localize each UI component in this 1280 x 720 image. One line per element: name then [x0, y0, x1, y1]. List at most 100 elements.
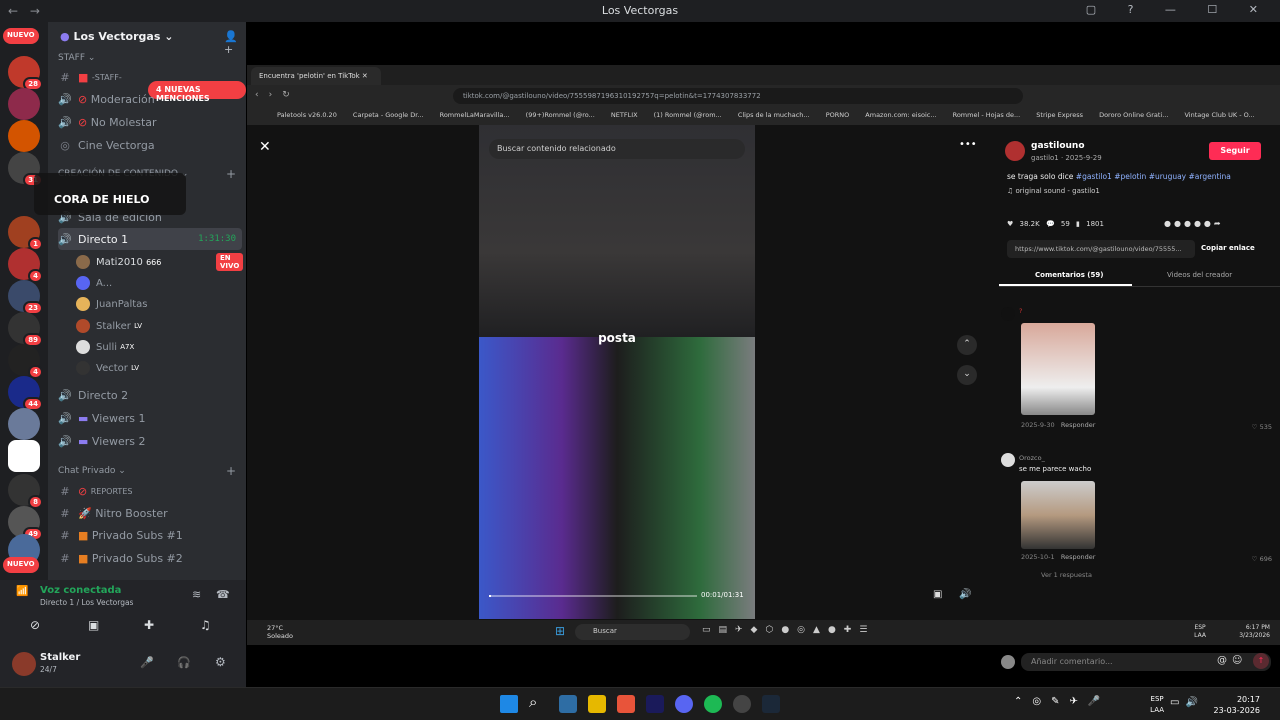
avatar[interactable] [1001, 453, 1015, 467]
voice-user[interactable]: Mati2010 666 EN VIVO [76, 252, 244, 272]
author-name[interactable]: gastilouno [1031, 141, 1085, 151]
widgets-icon[interactable] [559, 695, 577, 713]
send-icon[interactable]: ↑ [1253, 653, 1269, 669]
bookmark[interactable]: RommelLaMaravilla... [440, 111, 510, 119]
channel-directo-1[interactable]: 🔊 Directo 1 1:31:30 [58, 228, 242, 250]
related-search-input[interactable]: Buscar contenido relacionado [489, 139, 745, 159]
bookmark[interactable]: Clips de la muchach... [738, 111, 810, 119]
server-icon[interactable]: 4 [8, 344, 43, 379]
browser-tab[interactable]: Encuentra 'pelotin' en TikTok ✕ [251, 67, 381, 85]
channel-staff[interactable]: # ■ -STAFF- [58, 66, 242, 88]
comment-likes[interactable]: ♡ 535 [1252, 423, 1272, 431]
channel-directo-2[interactable]: 🔊 Directo 2 [58, 384, 242, 406]
server-icon[interactable]: 23 [8, 280, 43, 315]
server-icon[interactable]: 44 [8, 376, 43, 411]
share-icons[interactable]: ●●●●●➦ [1164, 219, 1224, 228]
bookmark[interactable]: Rommel - Hojas de... [953, 111, 1021, 119]
nav-buttons-icon[interactable]: ‹›↻ [255, 90, 300, 100]
reply-link[interactable]: Responder [1061, 421, 1096, 429]
language-indicator[interactable]: ESP LAA [1150, 694, 1164, 716]
steam-icon[interactable] [762, 695, 780, 713]
language-indicator[interactable]: ESP LAA [1194, 624, 1206, 640]
user-name[interactable]: Stalker [40, 652, 80, 663]
video-player[interactable]: Buscar contenido relacionado posta 00:01… [479, 125, 755, 619]
taskbar-app-icons[interactable]: ▭▤✈◆⬡●◎▲●✚☰ [702, 625, 875, 635]
channel-subs-1[interactable]: # ■ Privado Subs #1 [58, 524, 242, 546]
follow-button[interactable]: Seguir [1209, 142, 1261, 160]
new-pill[interactable]: NUEVO [3, 28, 39, 44]
window-controls[interactable]: ▢ ? — ☐ ✕ [1086, 3, 1272, 16]
comment-image[interactable] [1021, 481, 1095, 549]
add-channel-icon[interactable]: + [226, 464, 236, 478]
server-icon[interactable] [8, 120, 40, 152]
add-channel-icon[interactable]: + [226, 167, 236, 181]
voice-location[interactable]: Directo 1 / Los Vectorgas [40, 598, 133, 607]
noise-suppression-icon[interactable]: ≋ [192, 588, 201, 601]
windows-start-icon[interactable]: ⊞ [555, 624, 569, 638]
premiere-icon[interactable] [646, 695, 664, 713]
headphones-icon[interactable]: 🎧 [177, 656, 191, 669]
tray-icons[interactable]: ⌃◎✎✈🎤 [1014, 696, 1110, 707]
channel-nitro[interactable]: # 🚀 Nitro Booster [58, 502, 242, 524]
video-progress-bar[interactable] [489, 595, 697, 597]
copy-link-button[interactable]: Copiar enlace [1201, 244, 1255, 252]
server-icon[interactable]: 89 [8, 312, 43, 347]
server-icon[interactable]: 8 [8, 474, 43, 509]
activities-icon[interactable]: ✚ [144, 618, 154, 632]
bookmark[interactable]: Vintage Club UK - O... [1185, 111, 1255, 119]
comment-icon[interactable]: 💬 [1046, 220, 1055, 228]
comment-image[interactable] [1021, 323, 1095, 415]
taskbar-clock[interactable]: 20:17 23-03-2026 [1214, 694, 1261, 716]
server-icon[interactable] [8, 88, 40, 120]
comment-user[interactable]: Orozco_ [1019, 454, 1045, 462]
voice-user[interactable]: Vector LV [76, 358, 139, 378]
bookmark[interactable]: (1) Rommel (@rom... [654, 111, 722, 119]
channel-moderacion[interactable]: 🔊 ⊘ Moderación [58, 88, 242, 110]
obs-icon[interactable] [733, 695, 751, 713]
pip-icon[interactable]: ▣ [933, 589, 942, 600]
chevron-down-icon[interactable]: ⌄ [957, 365, 977, 385]
sound-link[interactable]: ♫ original sound - gastilo1 [1007, 187, 1100, 195]
hashtags[interactable]: #gastilo1 #pelotin #uruguay #argentina [1076, 172, 1231, 181]
server-name[interactable]: ● Los Vectorgas ⌄ [60, 30, 173, 43]
close-icon[interactable]: ✕ [259, 139, 271, 155]
comment-user[interactable]: ? [1019, 307, 1022, 315]
heart-icon[interactable]: ♥ [1007, 220, 1013, 228]
search-icon[interactable]: ⌕ [529, 693, 537, 711]
weather-widget[interactable]: 27°C Soleado [267, 624, 293, 640]
voice-user[interactable]: Sulli A7X [76, 337, 134, 357]
voice-user[interactable]: Stalker LV [76, 316, 142, 336]
channel-cine[interactable]: ◎ Cine Vectorga [58, 134, 242, 156]
bookmark[interactable]: PORNO [826, 111, 850, 119]
server-icon[interactable] [8, 440, 40, 472]
voice-user[interactable]: A... [76, 273, 112, 293]
invite-icon[interactable]: 👤+ [224, 30, 246, 56]
emoji-icon[interactable]: ☺ [1232, 655, 1242, 666]
chevron-up-icon[interactable]: ⌃ [957, 335, 977, 355]
category-staff[interactable]: STAFF ⌄ [58, 53, 95, 63]
tab-creator-videos[interactable]: Videos del creador [1167, 271, 1232, 279]
mute-icon[interactable]: 🎤 [140, 656, 154, 669]
bookmark[interactable]: Amazon.com: eisoic... [865, 111, 936, 119]
discord-icon[interactable] [675, 695, 693, 713]
mention-icon[interactable]: @ [1217, 655, 1227, 666]
server-icon[interactable]: 4 [8, 248, 43, 283]
avatar[interactable] [12, 652, 36, 676]
bookmark[interactable]: NETFLIX [611, 111, 638, 119]
view-replies-link[interactable]: Ver 1 respuesta [1041, 571, 1092, 579]
bookmark-icon[interactable]: ▮ [1076, 220, 1080, 228]
avatar[interactable] [1005, 141, 1025, 161]
taskbar-search[interactable]: Buscar [575, 624, 690, 640]
channel-viewers-2[interactable]: 🔊 ▬ Viewers 2 [58, 430, 242, 452]
address-bar[interactable]: tiktok.com/@gastilouno/video/75559871963… [453, 88, 1023, 104]
volume-icon[interactable]: 🔊 [959, 589, 971, 600]
tab-comments[interactable]: Comentarios (59) [1035, 271, 1103, 279]
new-pill[interactable]: NUEVO [3, 557, 39, 573]
comment-likes[interactable]: ♡ 696 [1252, 555, 1272, 563]
channel-no-molestar[interactable]: 🔊 ⊘ No Molestar [58, 111, 242, 133]
spotify-icon[interactable] [704, 695, 722, 713]
channel-viewers-1[interactable]: 🔊 ▬ Viewers 1 [58, 407, 242, 429]
bookmark[interactable]: Stripe Express [1036, 111, 1083, 119]
screen-share-icon[interactable]: ▣ [88, 618, 99, 632]
disconnect-icon[interactable]: ☎ [216, 588, 230, 601]
